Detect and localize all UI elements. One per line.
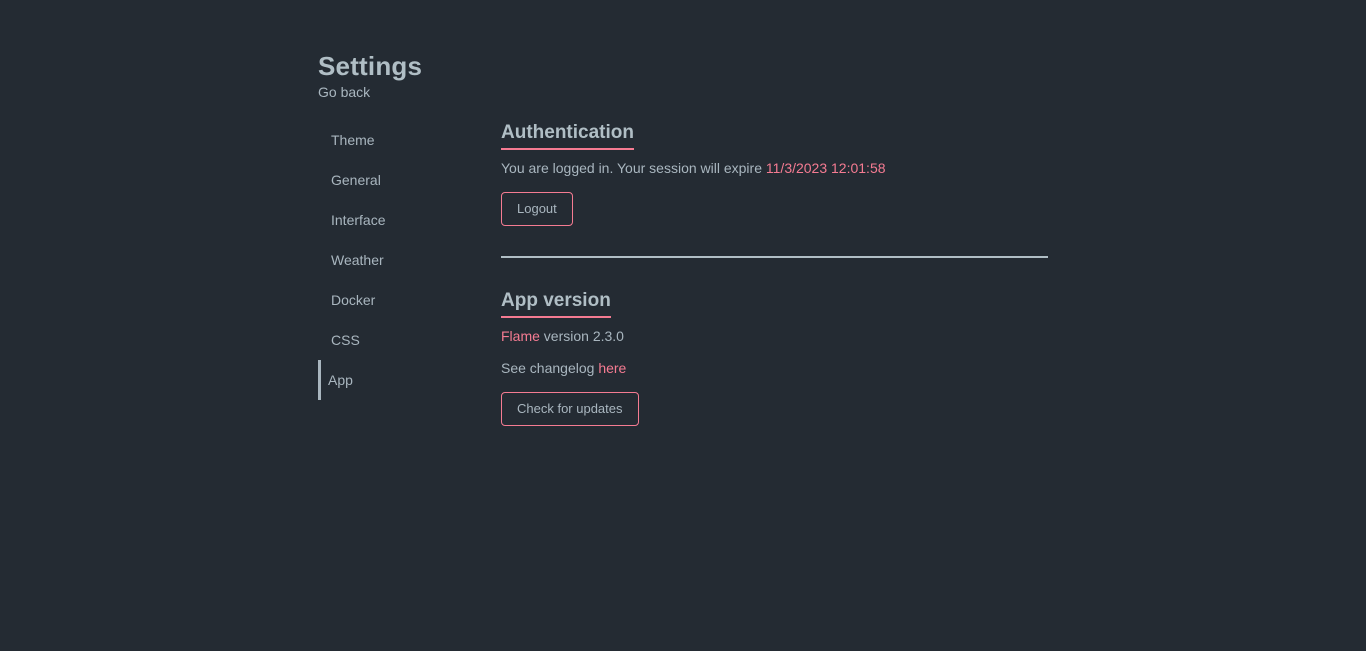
app-version-title: App version [501, 289, 611, 318]
logout-button[interactable]: Logout [501, 192, 573, 226]
session-info: You are logged in. Your session will exp… [501, 159, 1048, 177]
check-updates-button[interactable]: Check for updates [501, 392, 639, 426]
settings-container: Settings Go back Theme General Interface… [318, 50, 1048, 426]
changelog-info: See changelog here [501, 359, 1048, 377]
sidebar-item-app[interactable]: App [318, 360, 478, 400]
version-text: version 2.3.0 [543, 328, 624, 344]
sidebar-item-theme[interactable]: Theme [318, 120, 478, 160]
session-text: You are logged in. Your session will exp… [501, 160, 762, 176]
sidebar-item-css[interactable]: CSS [318, 320, 478, 360]
settings-sidebar: Theme General Interface Weather Docker C… [318, 120, 478, 400]
sidebar-item-docker[interactable]: Docker [318, 280, 478, 320]
app-version-section: App version Flame version 2.3.0 See chan… [501, 289, 1048, 426]
sidebar-item-general[interactable]: General [318, 160, 478, 200]
version-info: Flame version 2.3.0 [501, 327, 1048, 345]
settings-content: Authentication You are logged in. Your s… [501, 120, 1048, 426]
authentication-section: Authentication You are logged in. Your s… [501, 120, 1048, 226]
authentication-title: Authentication [501, 121, 634, 150]
changelog-link[interactable]: here [598, 360, 626, 376]
sidebar-item-weather[interactable]: Weather [318, 240, 478, 280]
changelog-text: See changelog [501, 360, 595, 376]
session-expiry: 11/3/2023 12:01:58 [765, 160, 886, 176]
sidebar-item-interface[interactable]: Interface [318, 200, 478, 240]
page-title: Settings [318, 51, 423, 81]
go-back-link[interactable]: Go back [318, 83, 370, 101]
section-divider [501, 256, 1048, 258]
app-name: Flame [501, 328, 540, 344]
